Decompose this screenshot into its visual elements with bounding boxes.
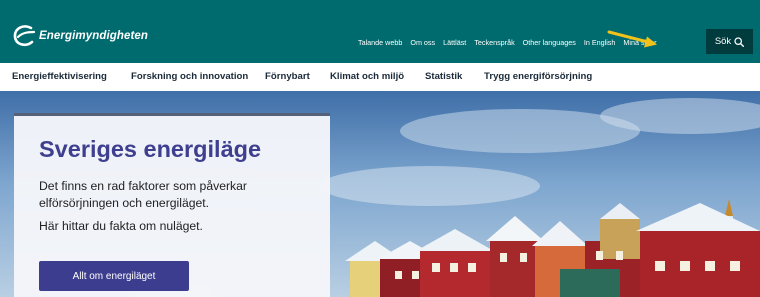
nav-forskning-och-innovation[interactable]: Forskning och innovation <box>131 71 248 82</box>
nav-statistik[interactable]: Statistik <box>425 71 462 82</box>
nav-klimat-och-miljo[interactable]: Klimat och miljö <box>330 71 404 82</box>
hero-title: Sveriges energiläge <box>39 136 262 162</box>
hero-text: Det finns en rad faktorer som påverkar e… <box>39 179 247 210</box>
nav-fornybart[interactable]: Förnybart <box>265 71 310 82</box>
link-other-languages[interactable]: Other languages <box>523 38 576 47</box>
link-mina-sidor[interactable]: Mina sidor <box>623 38 656 47</box>
energimyndigheten-logo-icon <box>13 25 36 47</box>
hero-card: Sveriges energiläge Det finns en rad fak… <box>14 113 330 297</box>
utility-nav: Talande webb Om oss Lättläst Teckenspråk… <box>358 36 665 48</box>
search-label: Sök <box>714 36 732 47</box>
link-talande-webb[interactable]: Talande webb <box>358 38 402 47</box>
nav-energieffektivisering[interactable]: Energieffektivisering <box>12 71 107 82</box>
search-button[interactable]: Sök <box>706 29 753 54</box>
link-in-english[interactable]: In English <box>584 38 616 47</box>
link-lattlast[interactable]: Lättläst <box>443 38 466 47</box>
cta-button[interactable]: Allt om energiläget <box>39 261 189 291</box>
logo[interactable]: Energimyndigheten <box>12 23 148 49</box>
link-teckensprak[interactable]: Teckenspråk <box>474 38 514 47</box>
site-header: Energimyndigheten Talande webb Om oss Lä… <box>0 0 760 63</box>
link-om-oss[interactable]: Om oss <box>410 38 435 47</box>
hero-subtext: Här hittar du fakta om nuläget. <box>39 219 203 233</box>
hero-section: Sveriges energiläge Det finns en rad fak… <box>0 91 760 297</box>
main-nav: Energieffektivisering Forskning och inno… <box>0 63 760 91</box>
logo-text: Energimyndigheten <box>39 30 149 42</box>
search-icon <box>734 36 745 47</box>
nav-trygg-energiforsorjning[interactable]: Trygg energiförsörjning <box>484 71 592 82</box>
